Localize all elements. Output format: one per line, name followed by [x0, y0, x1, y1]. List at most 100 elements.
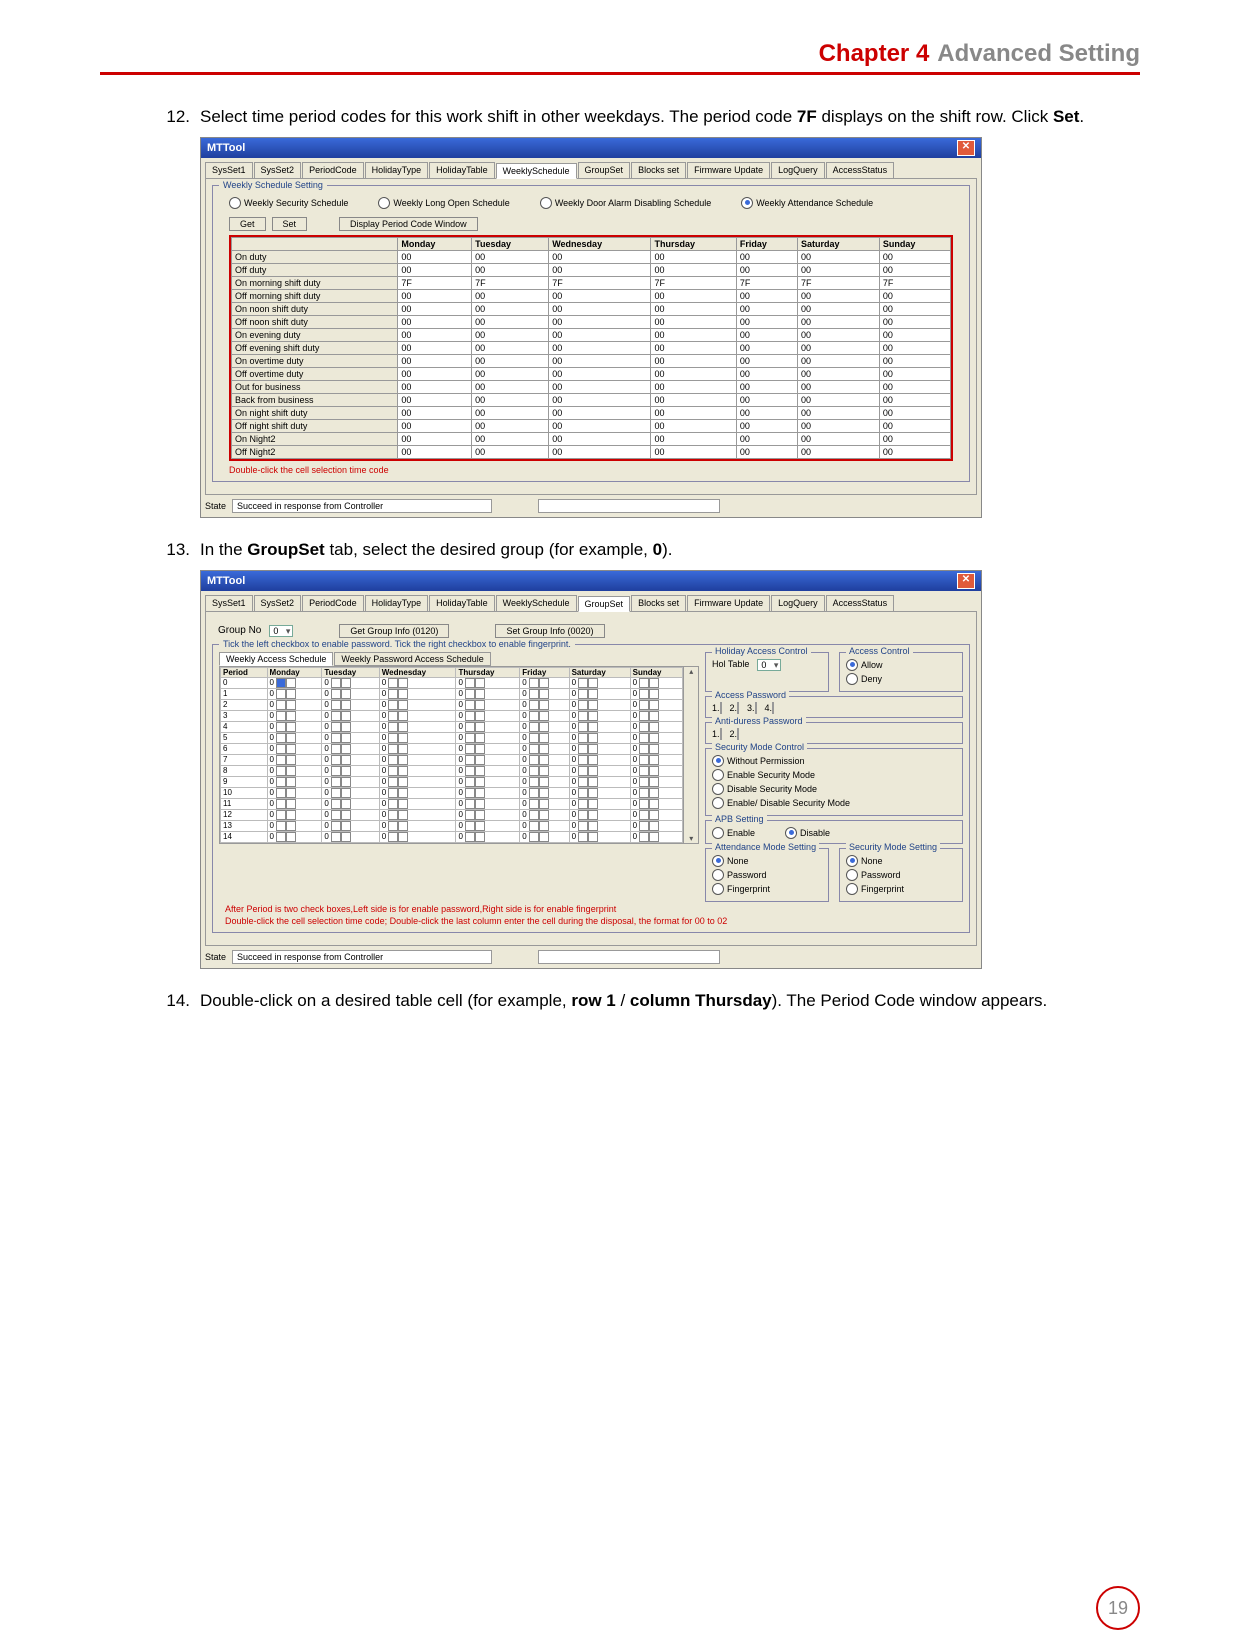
grid-cell[interactable]: 0	[630, 798, 683, 809]
table-cell[interactable]: 00	[879, 367, 950, 380]
checkbox-icon[interactable]	[341, 678, 351, 688]
table-cell[interactable]: 00	[798, 419, 880, 432]
checkbox-icon[interactable]	[341, 689, 351, 699]
grid-cell[interactable]: 0	[456, 677, 520, 688]
checkbox-icon[interactable]	[276, 711, 286, 721]
checkbox-icon[interactable]	[331, 832, 341, 842]
checkbox-icon[interactable]	[529, 722, 539, 732]
table-cell[interactable]: 00	[398, 445, 472, 458]
checkbox-icon[interactable]	[388, 711, 398, 721]
tab-holidaytype[interactable]: HolidayType	[365, 162, 429, 178]
checkbox-icon[interactable]	[465, 700, 475, 710]
checkbox-icon[interactable]	[331, 799, 341, 809]
checkbox-icon[interactable]	[639, 766, 649, 776]
grid-cell[interactable]: 0	[379, 798, 456, 809]
checkbox-icon[interactable]	[276, 788, 286, 798]
table-cell[interactable]: 00	[879, 315, 950, 328]
checkbox-icon[interactable]	[465, 810, 475, 820]
grid-cell[interactable]: 0	[267, 710, 322, 721]
table-cell[interactable]: 00	[472, 289, 549, 302]
checkbox-icon[interactable]	[639, 733, 649, 743]
checkbox-icon[interactable]	[529, 810, 539, 820]
checkbox-icon[interactable]	[588, 700, 598, 710]
grid-cell[interactable]: 0	[267, 831, 322, 842]
grid-cell[interactable]: 0	[630, 776, 683, 787]
checkbox-icon[interactable]	[341, 788, 351, 798]
grid-cell[interactable]: 0	[520, 776, 569, 787]
checkbox-icon[interactable]	[465, 722, 475, 732]
table-cell[interactable]: 00	[549, 432, 651, 445]
table-cell[interactable]: 00	[472, 380, 549, 393]
set-group-info-button[interactable]: Set Group Info (0020)	[495, 624, 604, 638]
grid-cell[interactable]: 0	[456, 820, 520, 831]
checkbox-icon[interactable]	[388, 777, 398, 787]
checkbox-icon[interactable]	[398, 700, 408, 710]
grid-cell[interactable]: 0	[379, 688, 456, 699]
checkbox-icon[interactable]	[341, 810, 351, 820]
table-cell[interactable]: 7F	[549, 276, 651, 289]
table-cell[interactable]: 00	[651, 393, 736, 406]
radio-3[interactable]: Weekly Attendance Schedule	[741, 197, 873, 209]
radio-option[interactable]: Password	[846, 869, 956, 881]
tab-weeklyschedule[interactable]: WeeklySchedule	[496, 163, 577, 179]
grid-cell[interactable]: 0	[456, 831, 520, 842]
table-cell[interactable]: 00	[398, 328, 472, 341]
grid-cell[interactable]: 0	[630, 677, 683, 688]
checkbox-icon[interactable]	[388, 832, 398, 842]
checkbox-icon[interactable]	[398, 722, 408, 732]
display-period-code-button[interactable]: Display Period Code Window	[339, 217, 478, 231]
grid-cell[interactable]: 0	[379, 754, 456, 765]
grid-cell[interactable]: 0	[630, 809, 683, 820]
table-cell[interactable]: 00	[798, 315, 880, 328]
table-cell[interactable]: 00	[472, 432, 549, 445]
grid-cell[interactable]: 0	[630, 787, 683, 798]
checkbox-icon[interactable]	[539, 755, 549, 765]
checkbox-icon[interactable]	[388, 788, 398, 798]
scroll-down-icon[interactable]: ▾	[689, 834, 693, 843]
checkbox-icon[interactable]	[398, 777, 408, 787]
checkbox-icon[interactable]	[388, 678, 398, 688]
checkbox-icon[interactable]	[475, 755, 485, 765]
checkbox-icon[interactable]	[588, 810, 598, 820]
table-cell[interactable]: 00	[398, 315, 472, 328]
checkbox-icon[interactable]	[529, 755, 539, 765]
checkbox-icon[interactable]	[286, 821, 296, 831]
grid-cell[interactable]: 0	[379, 677, 456, 688]
grid-cell[interactable]: 0	[379, 765, 456, 776]
checkbox-icon[interactable]	[588, 799, 598, 809]
password-input[interactable]	[737, 728, 739, 740]
checkbox-icon[interactable]	[341, 744, 351, 754]
checkbox-icon[interactable]	[639, 678, 649, 688]
grid-cell[interactable]: 0	[456, 743, 520, 754]
grid-cell[interactable]: 0	[520, 831, 569, 842]
checkbox-icon[interactable]	[388, 810, 398, 820]
grid-cell[interactable]: 0	[322, 710, 379, 721]
table-cell[interactable]: 00	[398, 406, 472, 419]
table-cell[interactable]: 00	[472, 354, 549, 367]
tab-sysset1[interactable]: SysSet1	[205, 595, 253, 611]
checkbox-icon[interactable]	[465, 744, 475, 754]
table-cell[interactable]: 00	[549, 354, 651, 367]
checkbox-icon[interactable]	[398, 744, 408, 754]
checkbox-icon[interactable]	[639, 744, 649, 754]
checkbox-icon[interactable]	[539, 777, 549, 787]
table-cell[interactable]: 00	[736, 354, 797, 367]
grid-cell[interactable]: 0	[379, 743, 456, 754]
table-cell[interactable]: 00	[398, 289, 472, 302]
tab-accessstatus[interactable]: AccessStatus	[826, 162, 895, 178]
checkbox-icon[interactable]	[588, 722, 598, 732]
checkbox-icon[interactable]	[539, 821, 549, 831]
table-cell[interactable]: 7F	[798, 276, 880, 289]
table-cell[interactable]: 00	[798, 263, 880, 276]
grid-cell[interactable]: 0	[569, 798, 630, 809]
checkbox-icon[interactable]	[529, 788, 539, 798]
grid-cell[interactable]: 0	[520, 743, 569, 754]
hol-table-select[interactable]: 0	[757, 659, 781, 671]
schedule-table[interactable]: MondayTuesdayWednesdayThursdayFridaySatu…	[231, 237, 951, 459]
checkbox-icon[interactable]	[539, 722, 549, 732]
table-cell[interactable]: 00	[398, 354, 472, 367]
tab-firmware update[interactable]: Firmware Update	[687, 162, 770, 178]
checkbox-icon[interactable]	[529, 832, 539, 842]
checkbox-icon[interactable]	[649, 700, 659, 710]
checkbox-icon[interactable]	[286, 700, 296, 710]
